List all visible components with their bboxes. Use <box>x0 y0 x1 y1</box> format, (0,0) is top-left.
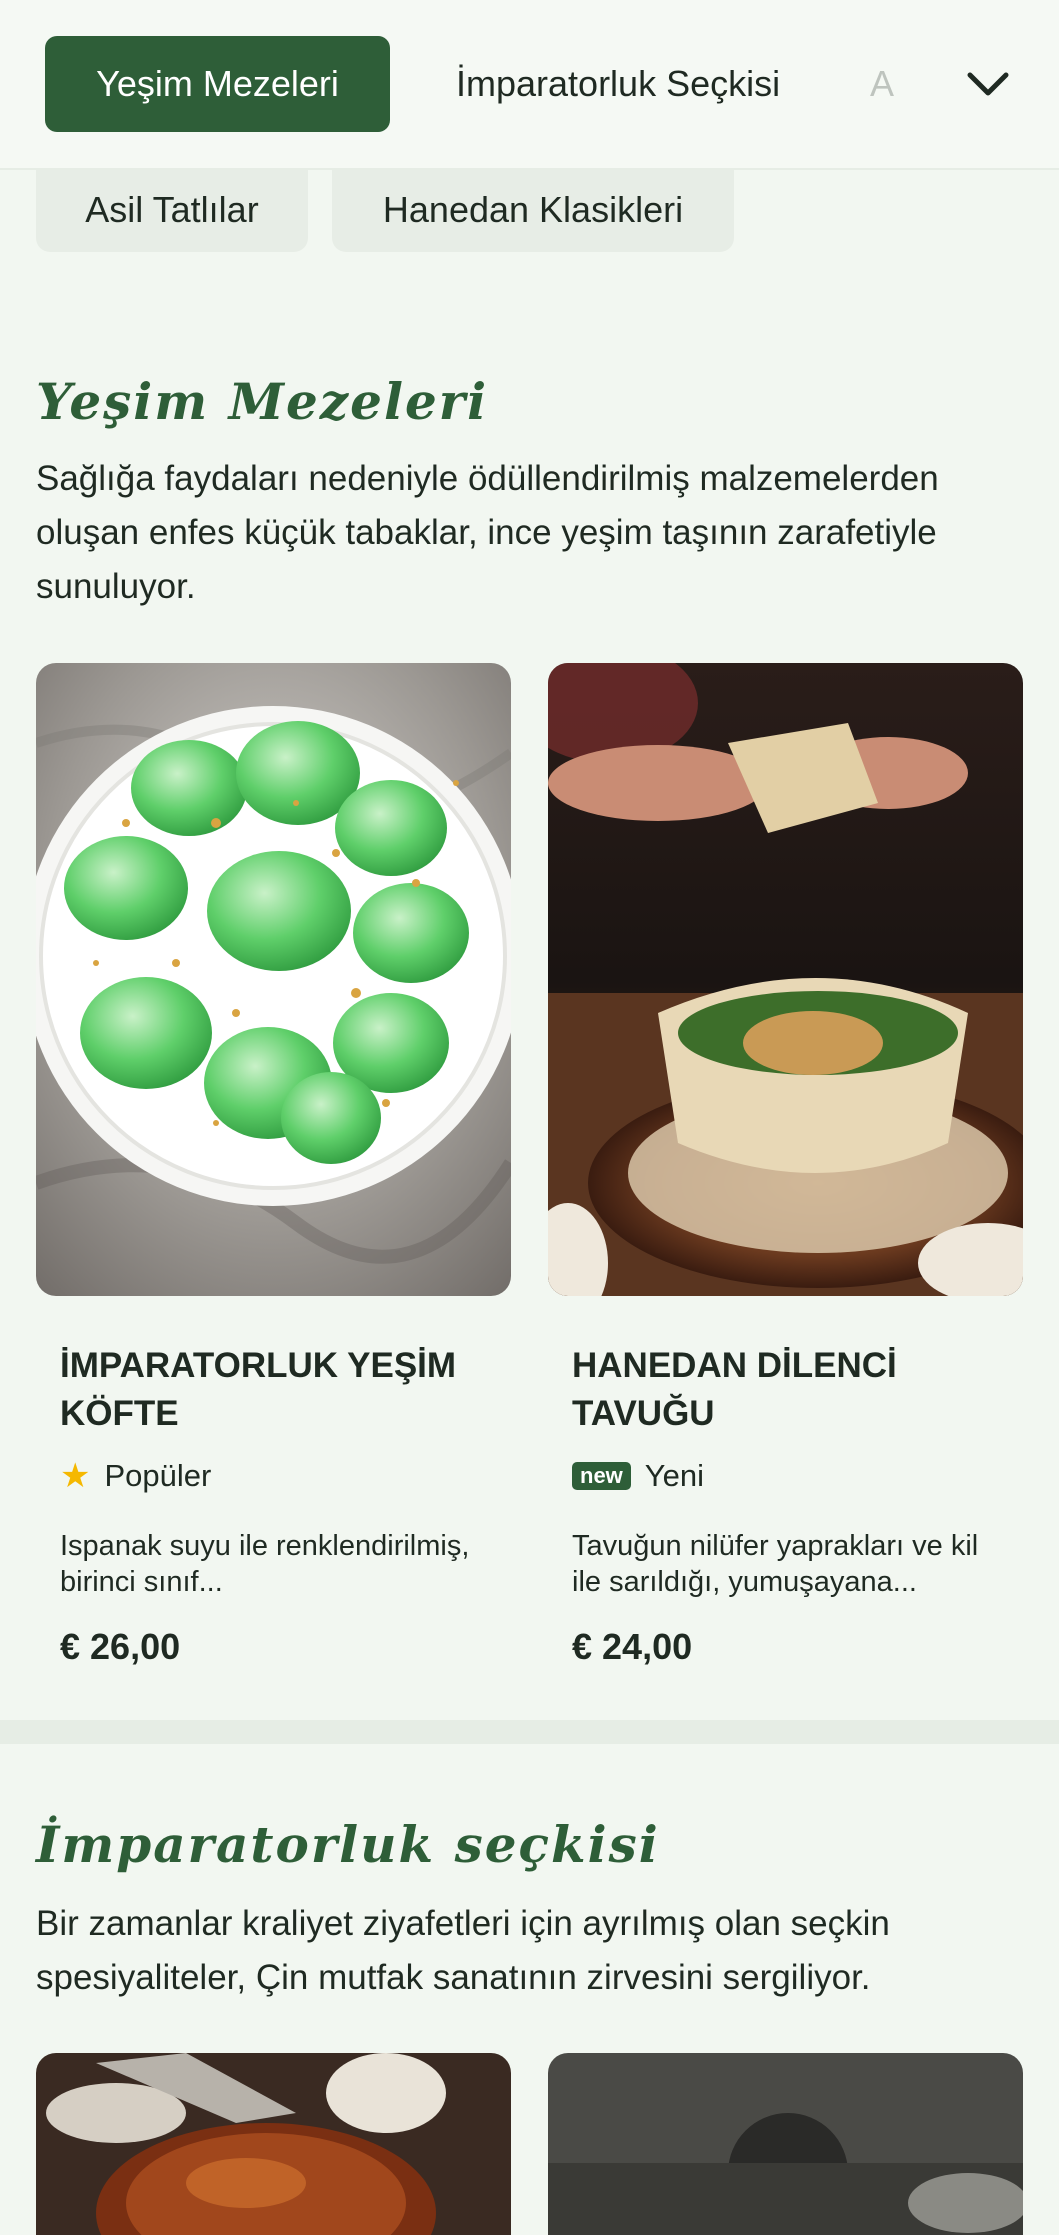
dish-description: Tavuğun nilüfer yaprakları ve kil ile sa… <box>572 1530 979 1598</box>
badge-label: Yeni <box>644 1458 704 1493</box>
chevron-down-icon[interactable] <box>962 58 1014 110</box>
tab-yesim-mezeleri[interactable]: Yeşim Mezeleri <box>45 36 390 132</box>
dish-image-special[interactable] <box>548 2053 1023 2235</box>
section-divider <box>0 1720 1059 1744</box>
dish-name[interactable]: HANEDAN DİLENCİ TAVUĞU <box>572 1342 1002 1438</box>
section-description: Bir zamanlar kraliyet ziyafetleri için a… <box>36 1904 890 1997</box>
dish-image-roast-duck[interactable] <box>36 2053 511 2235</box>
tab-imparatorluk-seckisi[interactable]: İmparatorluk Seçkisi <box>412 36 824 132</box>
star-icon: ★ <box>60 1457 91 1495</box>
new-badge: new Yeni <box>572 1456 704 1496</box>
dish-image-beggars-chicken[interactable] <box>548 663 1023 1296</box>
dish-price: € 26,00 <box>60 1626 181 1667</box>
dish-price: € 24,00 <box>572 1626 693 1667</box>
dish-image-jade-dumplings[interactable] <box>36 663 511 1296</box>
section-title: Yeşim Mezeleri <box>36 372 489 431</box>
section-description: Sağlığa faydaları nedeniyle ödüllendiril… <box>36 459 939 606</box>
chip-hanedan-klasikleri[interactable]: Hanedan Klasikleri <box>332 168 734 252</box>
new-tag: new <box>572 1462 631 1490</box>
dish-name[interactable]: İMPARATORLUK YEŞİM KÖFTE <box>60 1342 490 1438</box>
section-title: İmparatorluk seçkisi <box>36 1815 660 1874</box>
badge-label: Popüler <box>104 1458 212 1493</box>
dish-description: Ispanak suyu ile renklendirilmiş, birinc… <box>60 1530 470 1598</box>
chip-asil-tatlilar[interactable]: Asil Tatlılar <box>36 168 308 252</box>
tab-next-partial[interactable]: A <box>870 36 910 132</box>
popular-badge: ★ Popüler <box>60 1456 211 1496</box>
category-nav: Yeşim Mezeleri İmparatorluk Seçkisi A <box>0 0 1059 170</box>
